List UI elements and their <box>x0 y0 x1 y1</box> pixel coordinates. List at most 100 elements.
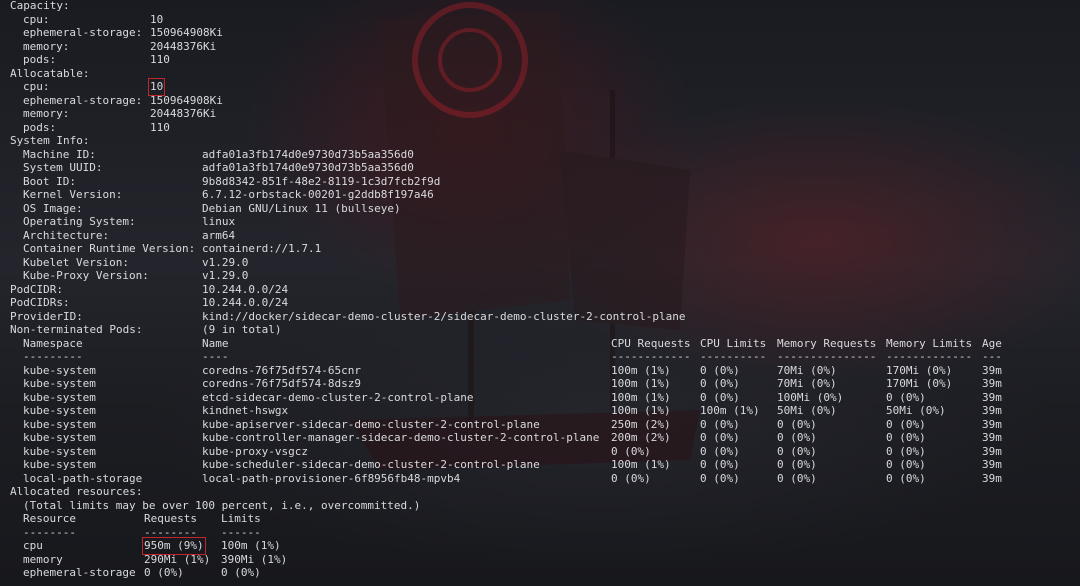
column-header: Resource <box>23 512 76 525</box>
column-divider: --------- <box>23 350 83 363</box>
column-header: CPU Limits <box>700 336 767 350</box>
table-cell: 0 (0%) <box>700 363 740 377</box>
field-value: adfa01a3fb174d0e9730d73b5aa356d0 <box>202 147 414 161</box>
table-cell: 0 (0%) <box>886 458 926 471</box>
table-cell: 0 (0%) <box>886 417 926 431</box>
table-cell: 250m (2%) <box>611 417 671 431</box>
field-key: pods: <box>23 53 57 66</box>
table-cell: 39m <box>982 471 1002 485</box>
field-key: pods: <box>23 120 57 134</box>
table-cell: local-path-storage <box>23 471 143 485</box>
field-value: 20448376Ki <box>150 39 217 53</box>
field-value: 110 <box>150 120 170 134</box>
table-cell: 39m <box>982 417 1002 431</box>
table-cell: 0 (0%) <box>700 417 740 431</box>
column-divider: ------------- <box>886 350 973 363</box>
field-value: 150964908Ki <box>150 26 223 39</box>
table-cell: 170Mi (0%) <box>886 363 953 377</box>
table-cell: memory <box>23 552 63 566</box>
table-cell: 0 (0%) <box>144 566 184 579</box>
table-cell: 0 (0%) <box>777 417 817 431</box>
field-key: ProviderID: <box>10 309 83 323</box>
table-cell: 390Mi (1%) <box>221 552 288 566</box>
field-key: PodCIDR: <box>10 282 63 296</box>
table-cell: 0 (0%) <box>886 444 926 458</box>
table-cell: 100m (1%) <box>221 539 281 552</box>
column-header: Namespace <box>23 336 83 350</box>
column-divider: ---- <box>202 350 229 363</box>
field-value: 6.7.12-orbstack-00201-g2ddb8f197a46 <box>202 188 434 201</box>
table-cell: 0 (0%) <box>700 458 740 471</box>
table-cell: 0 (0%) <box>777 431 817 444</box>
table-cell: 100m (1%) <box>611 377 671 390</box>
field-key: cpu: <box>23 80 50 93</box>
table-cell: 100Mi (0%) <box>777 390 844 404</box>
table-cell: 100m (1%) <box>611 363 671 377</box>
field-value: Debian GNU/Linux 11 (bullseye) <box>202 201 401 215</box>
overcommit-note: (Total limits may be over 100 percent, i… <box>23 498 421 512</box>
field-key: Container Runtime Version: <box>23 242 196 255</box>
field-value: v1.29.0 <box>202 269 249 282</box>
table-cell: kube-system <box>23 377 96 390</box>
table-cell: cpu <box>23 539 43 552</box>
table-cell: 39m <box>982 431 1002 444</box>
capacity-heading: Capacity: <box>10 0 70 12</box>
field-value: 10 <box>150 12 164 26</box>
field-key: Kube-Proxy Version: <box>23 269 149 282</box>
table-cell: 0 (0%) <box>700 471 740 485</box>
field-key: ephemeral-storage: <box>23 26 143 39</box>
field-key: Kubelet Version: <box>23 255 129 269</box>
field-key: Non-terminated Pods: <box>10 323 143 336</box>
column-header: Name <box>202 336 229 350</box>
table-cell: 0 (0%) <box>700 377 740 390</box>
field-key: memory: <box>23 39 70 53</box>
field-key: memory: <box>23 107 70 120</box>
column-divider: ------ <box>221 525 261 539</box>
column-divider: -------- <box>23 525 76 539</box>
field-key: System UUID: <box>23 161 103 174</box>
table-cell: 0 (0%) <box>221 566 261 579</box>
field-value: 9b8d8342-851f-48e2-8119-1c3d7fcb2f9d <box>202 174 441 188</box>
field-key: Kernel Version: <box>23 188 123 201</box>
field-key: PodCIDRs: <box>10 296 70 309</box>
table-cell: 0 (0%) <box>777 444 817 458</box>
table-cell: 100m (1%) <box>700 404 760 417</box>
table-cell: 39m <box>982 377 1002 390</box>
table-cell: 70Mi (0%) <box>777 363 837 377</box>
field-value: containerd://1.7.1 <box>202 242 322 255</box>
column-header: Memory Requests <box>777 336 877 350</box>
table-cell: 0 (0%) <box>700 390 740 404</box>
column-divider: --------------- <box>777 350 877 363</box>
field-value: (9 in total) <box>202 323 282 336</box>
table-cell: kube-system <box>23 458 96 471</box>
table-cell: 0 (0%) <box>611 444 651 458</box>
table-cell: 0 (0%) <box>886 390 926 404</box>
table-cell: 0 (0%) <box>700 431 740 444</box>
table-cell: kube-system <box>23 363 96 377</box>
table-cell: kube-system <box>23 390 96 404</box>
table-cell: coredns-76f75df574-65cnr <box>202 363 361 377</box>
table-cell: 0 (0%) <box>886 471 926 485</box>
allocatable-heading: Allocatable: <box>10 66 90 80</box>
table-cell: 100m (1%) <box>611 404 671 417</box>
field-value: adfa01a3fb174d0e9730d73b5aa356d0 <box>202 161 414 174</box>
table-cell: 39m <box>982 458 1002 471</box>
table-cell: 39m <box>982 404 1002 417</box>
column-header: Limits <box>221 512 261 525</box>
table-cell: 100m (1%) <box>611 458 671 471</box>
table-cell: 0 (0%) <box>886 431 926 444</box>
table-cell: local-path-provisioner-6f8956fb48-mpvb4 <box>202 471 461 485</box>
table-cell: kube-scheduler-sidecar-demo-cluster-2-co… <box>202 458 540 471</box>
column-header: Memory Limits <box>886 336 973 350</box>
table-cell: 170Mi (0%) <box>886 377 953 390</box>
field-value: linux <box>202 215 236 228</box>
system-info-heading: System Info: <box>10 134 90 147</box>
table-cell: 0 (0%) <box>777 471 817 485</box>
table-cell: kindnet-hswgx <box>202 404 289 417</box>
table-cell: kube-proxy-vsgcz <box>202 444 308 458</box>
table-cell: kube-apiserver-sidecar-demo-cluster-2-co… <box>202 417 540 431</box>
table-cell: 100m (1%) <box>611 390 671 404</box>
field-key: Boot ID: <box>23 174 76 188</box>
column-divider: ------------ <box>611 350 691 363</box>
table-cell: coredns-76f75df574-8dsz9 <box>202 377 361 390</box>
